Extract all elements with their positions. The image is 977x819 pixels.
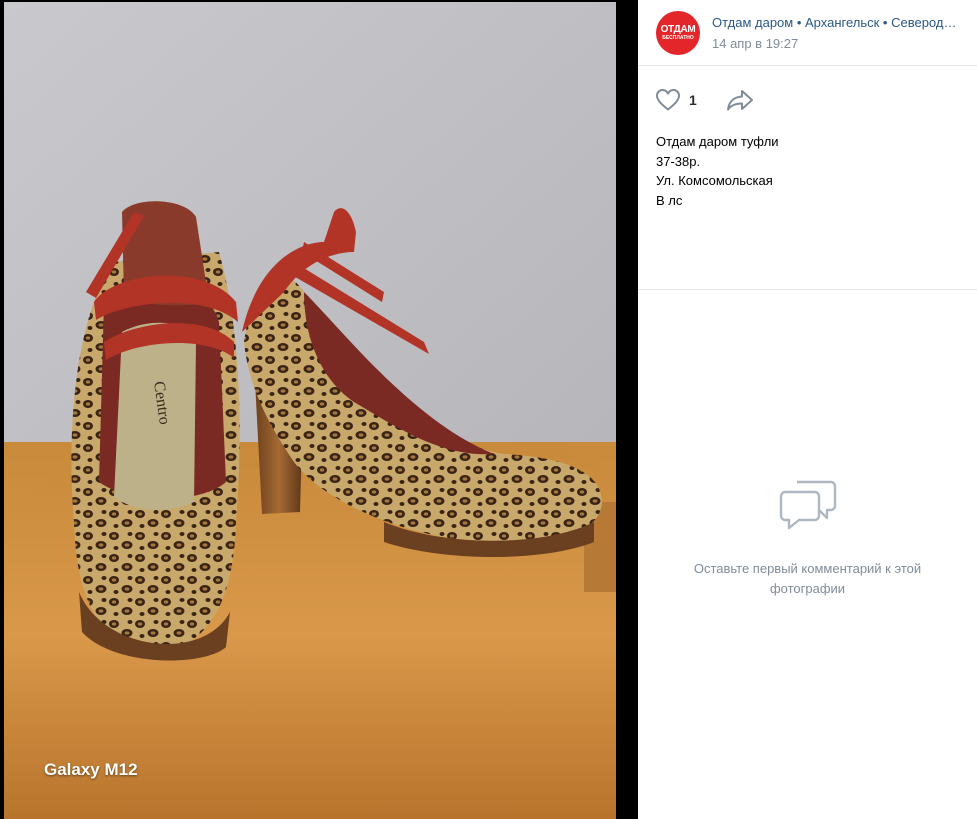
- share-icon: [727, 90, 753, 111]
- post-date[interactable]: 14 апр в 19:27: [712, 36, 798, 51]
- like-count: 1: [689, 92, 697, 108]
- post-header: ОТДАМ БЕСПЛАТНО Отдам даром • Архангельс…: [638, 0, 977, 66]
- comments-empty-state: Оставьте первый комментарий к этой фотог…: [638, 478, 977, 599]
- post-text: Отдам даром туфли 37-38р. Ул. Комсомольс…: [638, 130, 977, 290]
- comments-icon: [779, 480, 836, 530]
- comments-empty-message: Оставьте первый комментарий к этой фотог…: [693, 561, 922, 596]
- like-button[interactable]: 1: [655, 88, 697, 112]
- photo-watermark: Galaxy M12: [44, 760, 138, 779]
- avatar-text: ОТДАМ: [660, 24, 696, 35]
- group-avatar[interactable]: ОТДАМ БЕСПЛАТНО: [656, 11, 700, 55]
- post-text-line: 37-38р.: [656, 153, 701, 169]
- post-photo[interactable]: Centro Galaxy M12: [4, 2, 616, 819]
- share-button[interactable]: [726, 88, 754, 117]
- post-text-line: В лс: [656, 192, 683, 208]
- post-sidebar: ОТДАМ БЕСПЛАТНО Отдам даром • Архангельс…: [638, 0, 977, 819]
- group-name-link[interactable]: Отдам даром • Архангельск • Северодвинск: [712, 15, 962, 30]
- post-actions: 1: [638, 66, 977, 130]
- post-text-line: Ул. Комсомольская: [656, 173, 773, 188]
- photo-viewer: Centro Galaxy M12: [0, 0, 638, 819]
- heart-icon: [656, 89, 680, 111]
- post-text-line: Отдам даром туфли: [656, 134, 779, 149]
- avatar-subtext: БЕСПЛАТНО: [662, 35, 694, 41]
